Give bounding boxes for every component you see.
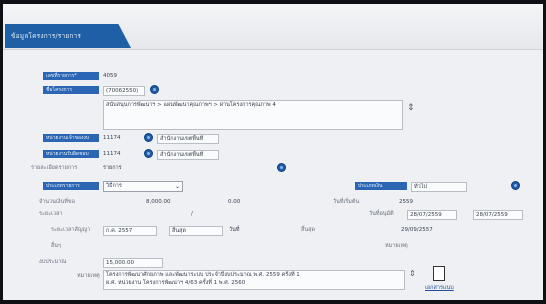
owner-code: 11174 [103, 151, 121, 157]
chevron-down-icon: ⌄ [174, 183, 180, 190]
period-label: ระยะเวลา [39, 211, 63, 217]
budget-label: งบประมาณ [39, 259, 67, 265]
type-select-value: วิธีการ [106, 183, 122, 189]
code-value: 4059 [103, 73, 117, 79]
agency-search-icon[interactable] [144, 133, 153, 142]
remark-line-1: โครงการพัฒนาศักยภาพ และพัฒนาระบบ ประจำปี… [106, 272, 300, 278]
type2-field[interactable]: ทั่วไป [411, 182, 467, 192]
app-screen: ข้อมูลโครงการ/รายการ เลขที่รายการ* 4059 … [3, 4, 543, 300]
agency-name-field: สำนักงานเขตพื้นที่ [157, 134, 219, 144]
remark-scroll-icon[interactable]: ⇕ [409, 270, 416, 278]
contract-label: ระยะเวลาสัญญา [51, 227, 91, 233]
owner-label: หน่วยงานรับผิดชอบ [43, 150, 99, 158]
final-label: สิ้นสุด [301, 227, 316, 233]
project-label: ชื่อโครงการ [43, 86, 99, 94]
type2-search-icon[interactable] [511, 181, 520, 190]
contract-field-2[interactable]: สิ้นสุด [169, 226, 223, 236]
approve-date-2[interactable]: 28/07/2559 [473, 210, 523, 220]
agency-label: หน่วยงานเจ้าของงบ [43, 134, 99, 142]
date-label: วันที่เริ่มต้น [333, 199, 360, 205]
type-select[interactable]: วิธีการ ⌄ [103, 181, 183, 192]
note-value: รายการ [103, 165, 122, 171]
approve-label: วันที่อนุมัติ [369, 211, 394, 217]
note-label: รายละเอียดรายการ [31, 165, 78, 171]
attach-link[interactable]: เอกสารแนบ [425, 284, 454, 292]
amount-value-2: 0.00 [228, 199, 241, 205]
amount-label: จำนวนเงินที่ขอ [39, 199, 75, 205]
approve-date-1[interactable]: 28/07/2559 [407, 210, 457, 220]
extra-label: อื่นๆ [51, 243, 62, 249]
scroll-icon[interactable]: ⇕ [407, 104, 415, 113]
note-info-icon[interactable] [277, 163, 286, 172]
contract-field-3: วันที่ [229, 227, 240, 233]
period-from: / [191, 211, 193, 217]
tab-project-info[interactable]: ข้อมูลโครงการ/รายการ [5, 24, 131, 48]
agency-code: 11174 [103, 135, 121, 141]
date-value: 2559 [399, 199, 413, 205]
project-desc-field[interactable]: สนับสนุนการพัฒนาฯ > แผนพัฒนาคุณภาพฯ > ผ่… [103, 100, 403, 130]
project-code-field[interactable]: (70062550) [103, 86, 145, 96]
code-label: เลขที่รายการ* [43, 72, 99, 80]
remark-label: หมายเหตุ [77, 273, 100, 279]
remark-line-2: ผ.ศ. หน่วยงาน โครงการพัฒนาฯ 4/63 ครั้งที… [106, 280, 246, 286]
extra-value: หมายเหตุ [385, 243, 408, 249]
owner-name-field: สำนักงานเขตพื้นที่ [157, 150, 219, 160]
final-value: 29/09/2557 [401, 227, 433, 233]
title-bar: ข้อมูลโครงการ/รายการ [3, 4, 543, 50]
budget-field[interactable]: 15,000.00 [103, 258, 163, 268]
attach-file-icon[interactable] [433, 266, 445, 281]
amount-value: 8,000.00 [146, 199, 171, 205]
owner-search-icon[interactable] [144, 149, 153, 158]
remark-field[interactable]: โครงการพัฒนาศักยภาพ และพัฒนาระบบ ประจำปี… [103, 270, 405, 290]
project-search-icon[interactable] [150, 85, 159, 94]
type-label: ประเภทรายการ [43, 182, 99, 190]
type2-label: ประเภทเงิน [355, 182, 407, 190]
contract-field-1[interactable]: ก.ค. 2557 [103, 226, 157, 236]
